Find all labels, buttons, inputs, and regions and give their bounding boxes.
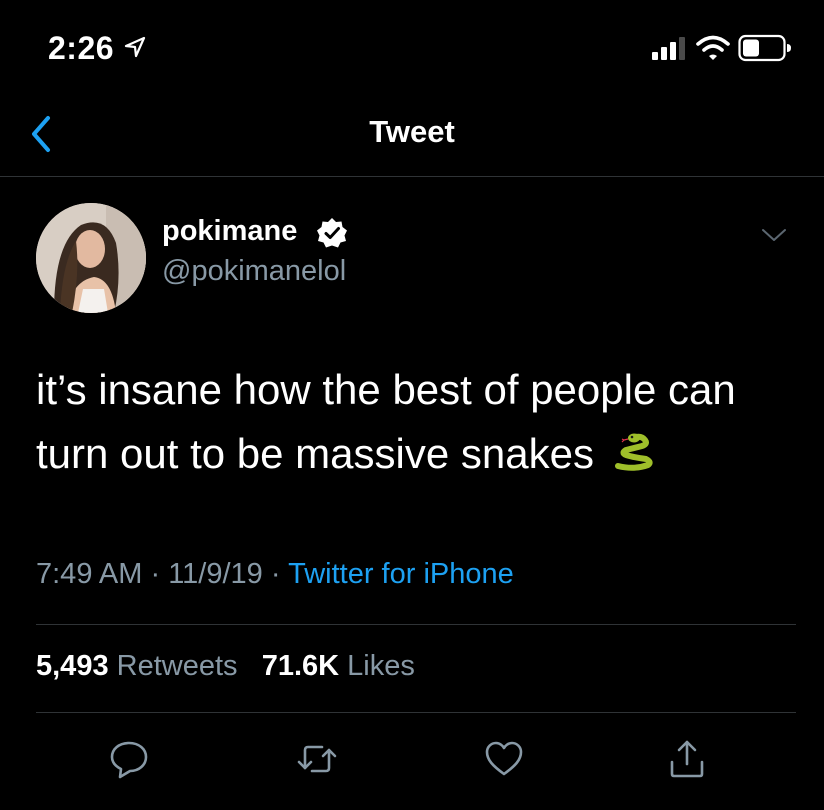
divider bbox=[36, 624, 796, 625]
avatar-image bbox=[36, 203, 146, 313]
nav-bar: Tweet bbox=[0, 100, 824, 177]
tweet-text: it’s insane how the best of people can t… bbox=[36, 358, 796, 486]
retweets-count: 5,493 bbox=[36, 650, 109, 682]
location-arrow-icon bbox=[124, 36, 146, 58]
verified-badge-icon bbox=[317, 218, 347, 248]
tweet-text-line-2-text: turn out to be massive snakes bbox=[36, 430, 594, 477]
snake-emoji-icon bbox=[614, 433, 653, 471]
likes-count: 71.6K bbox=[261, 650, 340, 682]
tweet-meta: 7:49 AM · 11/9/19 · Twitter for iPhone bbox=[36, 558, 514, 591]
tweet-stats: 5,493 Retweets 71.6K Likes bbox=[36, 650, 415, 683]
status-bar: 2:26 bbox=[0, 0, 824, 100]
tweet-time: 7:49 AM bbox=[36, 558, 143, 590]
tweet-text-line-1: it’s insane how the best of people can bbox=[36, 366, 736, 413]
retweet-icon[interactable] bbox=[296, 738, 338, 780]
page-title: Tweet bbox=[369, 114, 455, 149]
like-icon[interactable] bbox=[483, 738, 525, 780]
meta-separator: · bbox=[270, 558, 281, 590]
divider bbox=[36, 712, 796, 713]
reply-icon[interactable] bbox=[108, 738, 150, 780]
tweet-header: pokimane @pokimanelol bbox=[0, 195, 824, 315]
tweet-text-line-2: turn out to be massive snakes bbox=[36, 422, 796, 486]
tweet-source-link[interactable]: Twitter for iPhone bbox=[288, 558, 514, 590]
retweets-stat[interactable]: 5,493 Retweets bbox=[36, 650, 246, 682]
share-icon[interactable] bbox=[666, 738, 708, 780]
likes-label: Likes bbox=[347, 650, 415, 682]
retweets-label: Retweets bbox=[116, 650, 238, 682]
cellular-signal-icon bbox=[652, 37, 685, 60]
likes-stat[interactable]: 71.6K Likes bbox=[262, 650, 415, 682]
chevron-down-icon[interactable] bbox=[760, 225, 788, 245]
avatar[interactable] bbox=[36, 203, 146, 313]
author-handle[interactable]: @pokimanelol bbox=[162, 255, 346, 288]
battery-icon bbox=[738, 34, 791, 62]
tweet-action-bar bbox=[0, 730, 824, 790]
status-time: 2:26 bbox=[48, 30, 115, 66]
tweet-date: 11/9/19 bbox=[168, 558, 263, 590]
author-name[interactable]: pokimane bbox=[162, 215, 297, 248]
meta-separator: · bbox=[150, 558, 161, 590]
wifi-icon bbox=[696, 35, 730, 60]
